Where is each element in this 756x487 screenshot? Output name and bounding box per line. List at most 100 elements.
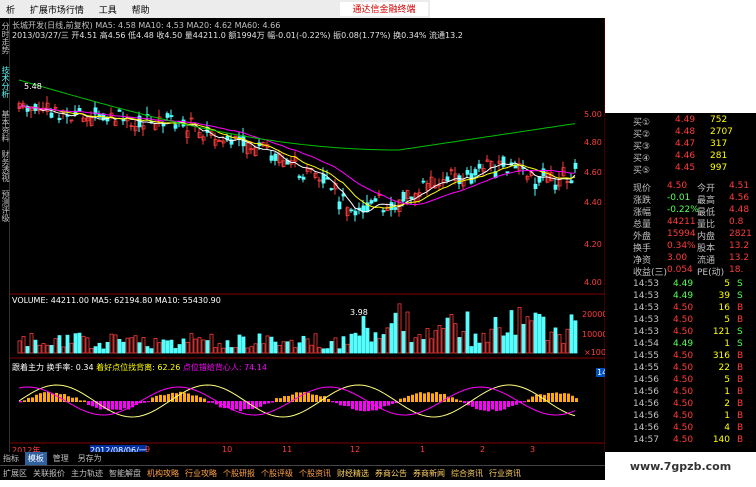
indicator-bar	[307, 392, 310, 402]
tick-volume: 140	[712, 435, 730, 445]
volume-bar	[29, 333, 34, 354]
volume-bar	[129, 337, 134, 354]
candle-body	[161, 123, 166, 127]
candle-body	[321, 173, 326, 184]
menu-item-ext-market[interactable]: 扩展市场行情	[24, 0, 90, 18]
bottom-tab[interactable]: 财经精选	[334, 466, 372, 481]
bottom-tab[interactable]: 个股资讯	[296, 466, 334, 481]
indicator-bar	[503, 401, 506, 410]
bottom-tab[interactable]: 行业攻略	[182, 466, 220, 481]
candle-body	[301, 176, 306, 180]
left-tab-forecast[interactable]: 预测评级	[0, 190, 10, 222]
candle-body	[513, 165, 518, 169]
tab-save-as[interactable]: 另存为	[75, 452, 105, 465]
volume-bar	[541, 316, 546, 354]
stat-value: 3.00	[667, 253, 688, 263]
tick-volume: 22	[718, 363, 730, 373]
tab-template[interactable]: 模板	[24, 452, 47, 465]
bottom-tab[interactable]: 智能解盘	[106, 466, 144, 481]
menu-item-help[interactable]: 帮助	[126, 0, 156, 18]
indicator-bar	[455, 399, 458, 402]
app-title-ad[interactable]: 通达信金融终端	[340, 2, 428, 16]
bottom-tab[interactable]: 机构攻略	[144, 466, 182, 481]
indicator-bar	[79, 400, 82, 402]
indicator-bar	[255, 401, 258, 408]
menu-item-analysis[interactable]: 析	[0, 0, 21, 18]
indicator-bar	[439, 394, 442, 402]
bottom-tab[interactable]: 行业资讯	[486, 466, 524, 481]
stat-value: 0.34%	[667, 241, 696, 251]
tab-indicator[interactable]: 指标	[0, 452, 22, 465]
stat-value: -0.22%	[667, 205, 699, 215]
volume-bar	[409, 342, 414, 354]
indicator-bar	[471, 401, 474, 407]
indicator-bar	[199, 397, 202, 402]
indicator-bar	[87, 401, 90, 405]
high-price-label: 5.48	[24, 82, 42, 91]
indicator-bar	[235, 401, 238, 410]
bottom-tab[interactable]: 扩展区	[0, 466, 30, 481]
indicator-name: 跟着主力	[12, 363, 44, 372]
indicator-bar	[143, 401, 146, 403]
volume-bar	[565, 328, 570, 354]
volume-bar	[469, 346, 474, 354]
volume-bar	[117, 338, 122, 354]
volume-bar	[445, 317, 450, 354]
indicator-bar	[459, 400, 462, 402]
stat-value: 13.2	[729, 253, 750, 263]
bottom-tab[interactable]: 个股评级	[258, 466, 296, 481]
candle-body	[569, 180, 574, 184]
left-tab-basic[interactable]: 基本资料	[0, 110, 10, 142]
volume-bar	[225, 340, 230, 354]
candle-body	[573, 162, 578, 169]
indicator-bar	[383, 401, 386, 407]
indicator-bar	[71, 397, 74, 402]
left-tab-tech[interactable]: 技术分析	[0, 66, 10, 98]
volume-bar	[77, 332, 82, 354]
left-tab-finance[interactable]: 财务透视	[0, 150, 10, 182]
indicator-bar	[31, 397, 34, 402]
volume-bar	[485, 341, 490, 354]
tab-manage[interactable]: 管理	[50, 452, 72, 465]
tick-row: 14:57 4.50 140 B	[605, 435, 756, 448]
volume-bar	[341, 336, 346, 354]
bottom-tab[interactable]: 主力轨迹	[68, 466, 106, 481]
volume-bar	[561, 343, 566, 354]
stat-value: 4.56	[729, 193, 750, 203]
volume-bar	[465, 311, 470, 354]
indicator-bar	[23, 400, 26, 402]
candle-body	[273, 153, 278, 161]
indicator-bar	[511, 401, 514, 406]
volume-bar	[301, 335, 306, 354]
volume-bar	[385, 327, 390, 354]
volume-bar	[197, 337, 202, 354]
bottom-tab[interactable]: 个股研报	[220, 466, 258, 481]
quote-panel: 买① 4.49 752 买② 4.48 2707 买③ 4.47 317 买④ 4.46 281 买⑤ 4…	[605, 113, 756, 458]
candle-body	[269, 155, 274, 161]
candle-body	[389, 202, 394, 211]
bid-row[interactable]: 买⑤ 4.45 997	[605, 163, 756, 176]
indicator-bar	[435, 392, 438, 402]
bottom-tab[interactable]: 综合资讯	[448, 466, 486, 481]
tick-volume: 1	[724, 411, 730, 421]
stat-value: 4.48	[729, 205, 750, 215]
candle-body	[465, 170, 470, 175]
menu-item-tools[interactable]: 工具	[93, 0, 123, 18]
indicator-bar	[83, 400, 86, 402]
volume-bar	[41, 342, 46, 354]
indicator-bar	[567, 393, 570, 402]
volume-bar	[325, 348, 330, 354]
indicator-bar	[91, 401, 94, 407]
volume-bar	[481, 332, 486, 354]
bottom-tab[interactable]: 券商公告	[372, 466, 410, 481]
candle-body	[353, 210, 358, 216]
indicator-bar	[67, 396, 70, 402]
indicator-bar	[499, 401, 502, 411]
bottom-tab[interactable]: 关联报价	[30, 466, 68, 481]
left-tab-timeshare[interactable]: 分时走势	[0, 22, 10, 54]
bottom-tab[interactable]: 券商新闻	[410, 466, 448, 481]
volume-bar	[329, 341, 334, 354]
volume-bar	[25, 346, 30, 354]
bid-volume: 317	[710, 139, 728, 149]
price-axis-2: 4.60	[584, 168, 602, 177]
